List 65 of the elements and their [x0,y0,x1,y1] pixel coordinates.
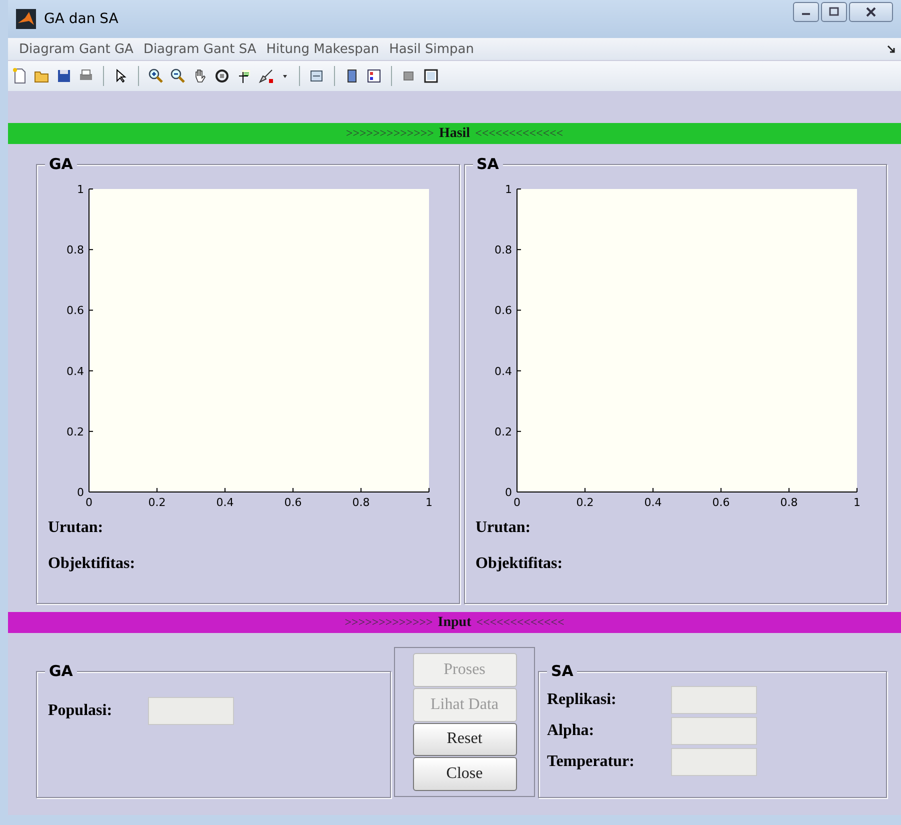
field-label: Replikasi: [547,690,618,708]
arrow-text: <<<<<<<<<<<<< [475,126,564,141]
save-icon[interactable] [56,68,72,84]
arrow-text: >>>>>>>>>>>>> [346,126,434,141]
action-button[interactable]: Close [412,757,516,791]
tick-label: 0 [504,486,512,499]
menu-item[interactable]: Hitung Makespan [261,42,384,56]
tick-label: 0.2 [148,496,166,507]
field-label: Objektifitas: [476,555,564,573]
tick-label: 0.6 [66,304,84,318]
window-title: GA dan SA [44,11,120,27]
tick-label: 0 [86,496,92,507]
zoom-out-icon[interactable] [170,68,186,84]
tick-label: 0.4 [216,496,234,507]
tick-label: 0.8 [352,496,370,507]
app-logo-icon [16,9,36,29]
field-label: Temperatur: [547,752,636,770]
tick-label: 0 [513,496,520,507]
field-label: Urutan: [48,519,104,537]
tick-label: 0 [77,486,84,499]
new-file-icon[interactable] [12,68,28,84]
tick-label: 0.6 [284,496,302,507]
arrow-text: <<<<<<<<<<<<< [476,615,564,630]
field-label: Alpha: [547,722,596,740]
menu-item[interactable]: Diagram Gant SA [138,42,262,56]
rotate-icon[interactable] [214,68,230,84]
tick-label: 0.6 [712,496,730,507]
tick-label: 1 [77,183,84,196]
window-icon[interactable] [423,68,439,84]
legend-icon[interactable] [366,68,382,84]
tick-label: 0.4 [66,364,84,378]
input-field[interactable] [671,748,757,776]
tick-label: 0.6 [494,304,512,318]
tick-label: 1 [504,183,512,196]
input-field[interactable] [148,697,234,725]
menu-item[interactable]: Diagram Gant GA [14,42,138,56]
tick-label: 0.2 [576,496,594,507]
menu-item[interactable]: Hasil Simpan [384,42,479,56]
input-field[interactable] [671,716,757,744]
maximize-icon [828,7,840,17]
tick-label: 1 [426,496,432,507]
tick-label: 0.8 [494,244,512,257]
field-label: Populasi: [48,702,114,720]
minimize-button[interactable] [793,2,819,22]
close-icon [865,7,877,17]
arrow-text: >>>>>>>>>>>>> [344,615,433,630]
tick-label: 0.4 [644,496,662,507]
data-cursor-icon[interactable] [236,68,252,84]
tick-label: 0.4 [494,364,512,378]
banner-title: Input [438,614,472,630]
close-button[interactable] [849,2,893,22]
field-label: Objektifitas: [48,555,136,573]
maximize-button[interactable] [821,2,847,22]
tick-label: 0.2 [494,425,512,438]
field-label: Urutan: [476,519,532,537]
arrow-icon[interactable] [887,45,895,53]
zoom-in-icon[interactable] [148,68,164,84]
tick-label: 0.2 [66,425,84,438]
tick-label: 0.8 [780,496,798,507]
tick-label: 1 [853,496,860,507]
action-button[interactable]: Reset [412,722,516,756]
brush-icon[interactable] [258,68,274,84]
input-field[interactable] [671,686,757,714]
tick-label: 0.8 [66,244,84,257]
banner-title: Hasil [438,126,470,142]
